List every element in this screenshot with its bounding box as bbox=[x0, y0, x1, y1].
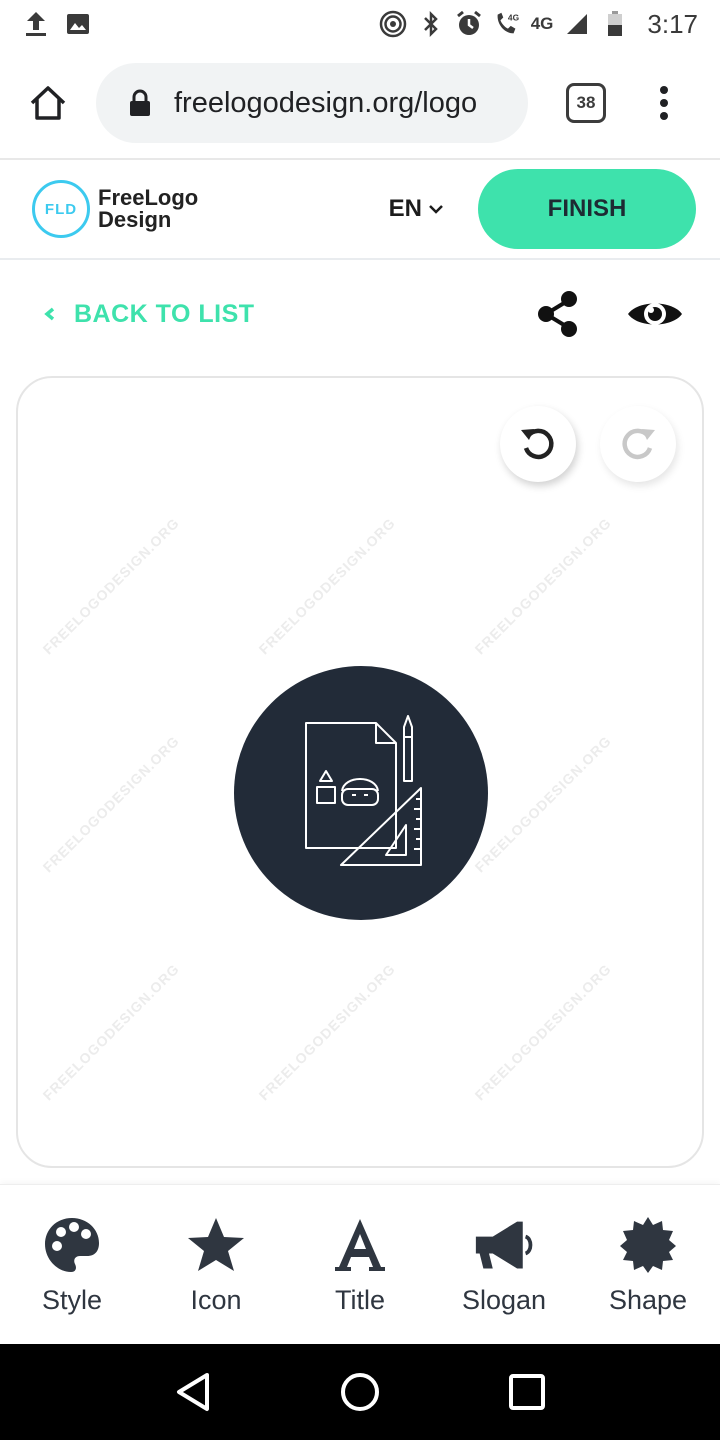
home-nav-button[interactable] bbox=[330, 1362, 390, 1422]
nav-shape-label: Shape bbox=[608, 1285, 688, 1315]
undo-button[interactable] bbox=[500, 406, 576, 482]
logo-canvas[interactable]: FREELOGODESIGN.ORG FREELOGODESIGN.ORG FR… bbox=[16, 376, 704, 1168]
watermark: FREELOGODESIGN.ORG bbox=[39, 960, 183, 1104]
bluetooth-icon bbox=[417, 10, 445, 38]
nav-icon[interactable]: Icon bbox=[144, 1185, 288, 1344]
logo-line-2: Design bbox=[98, 207, 172, 232]
chevron-down-icon bbox=[429, 205, 443, 214]
watermark: FREELOGODESIGN.ORG bbox=[255, 960, 399, 1104]
nav-slogan-label: Slogan bbox=[461, 1285, 547, 1315]
logo-preview[interactable] bbox=[234, 666, 488, 920]
watermark: FREELOGODESIGN.ORG bbox=[471, 732, 615, 876]
letter-a-icon bbox=[330, 1215, 390, 1275]
share-button[interactable] bbox=[534, 288, 582, 340]
logo-badge: FLD bbox=[32, 180, 90, 238]
nav-slogan[interactable]: Slogan bbox=[432, 1185, 576, 1344]
alarm-icon bbox=[455, 10, 483, 38]
eye-icon bbox=[628, 303, 682, 325]
design-tools-icon bbox=[305, 715, 422, 866]
home-button[interactable] bbox=[20, 75, 76, 131]
overflow-menu-button[interactable] bbox=[644, 75, 684, 131]
recents-button[interactable] bbox=[497, 1362, 557, 1422]
preview-button[interactable] bbox=[626, 294, 684, 334]
editor-bottom-nav: Style Icon Title Slogan Shape bbox=[0, 1184, 720, 1344]
system-nav-bar bbox=[0, 1344, 720, 1440]
image-icon bbox=[64, 10, 92, 38]
nav-shape[interactable]: Shape bbox=[576, 1185, 720, 1344]
back-to-list-label: BACK TO LIST bbox=[74, 299, 255, 328]
wifi-calling-icon: 4G bbox=[493, 10, 521, 38]
battery-icon bbox=[601, 10, 629, 38]
chevron-left-icon bbox=[44, 307, 55, 321]
nav-icon-label: Icon bbox=[190, 1285, 242, 1315]
redo-button[interactable] bbox=[600, 406, 676, 482]
editor-toolbar: BACK TO LIST bbox=[0, 262, 720, 366]
upload-icon bbox=[22, 10, 50, 38]
logo-wordmark: FreeLogo Design bbox=[98, 187, 198, 231]
home-circle-icon bbox=[340, 1373, 379, 1411]
lock-icon bbox=[130, 89, 150, 116]
hotspot-icon bbox=[379, 10, 407, 38]
more-vertical-icon bbox=[660, 86, 668, 120]
svg-text:4G: 4G bbox=[508, 12, 519, 22]
back-button[interactable] bbox=[163, 1362, 223, 1422]
url-text: freelogodesign.org/logo bbox=[174, 86, 478, 119]
home-icon bbox=[30, 86, 66, 120]
browser-toolbar: freelogodesign.org/logo 38 bbox=[0, 48, 720, 160]
site-logo[interactable]: FLD FreeLogo Design bbox=[32, 180, 198, 238]
share-icon bbox=[538, 291, 577, 337]
clock: 3:17 bbox=[647, 8, 698, 39]
recents-square-icon bbox=[508, 1374, 545, 1410]
megaphone-icon bbox=[474, 1215, 534, 1275]
watermark: FREELOGODESIGN.ORG bbox=[255, 514, 399, 658]
language-selector[interactable]: EN bbox=[389, 195, 444, 223]
language-label: EN bbox=[388, 195, 422, 222]
nav-style[interactable]: Style bbox=[0, 1185, 144, 1344]
signal-icon bbox=[563, 10, 591, 38]
watermark: FREELOGODESIGN.ORG bbox=[471, 514, 615, 658]
address-bar[interactable]: freelogodesign.org/logo bbox=[96, 63, 528, 143]
finish-button[interactable]: FINISH bbox=[478, 169, 696, 249]
network-type-label: 4G bbox=[530, 14, 554, 33]
watermark: FREELOGODESIGN.ORG bbox=[39, 514, 183, 658]
undo-icon bbox=[521, 428, 554, 460]
site-header: FLD FreeLogo Design EN FINISH bbox=[0, 160, 720, 260]
status-bar: 4G 4G 3:17 bbox=[0, 0, 720, 48]
nav-title-label: Title bbox=[334, 1285, 385, 1315]
star-icon bbox=[186, 1215, 246, 1275]
badge-icon bbox=[618, 1215, 678, 1275]
back-triangle-icon bbox=[177, 1373, 210, 1411]
watermark: FREELOGODESIGN.ORG bbox=[39, 732, 183, 876]
redo-icon bbox=[622, 428, 655, 460]
logo-line-1: FreeLogo bbox=[98, 185, 199, 210]
nav-style-label: Style bbox=[41, 1285, 103, 1315]
tab-switcher-button[interactable]: 38 bbox=[566, 83, 606, 123]
back-to-list-link[interactable]: BACK TO LIST bbox=[42, 300, 255, 329]
nav-title[interactable]: Title bbox=[288, 1185, 432, 1344]
watermark: FREELOGODESIGN.ORG bbox=[471, 960, 615, 1104]
palette-icon bbox=[42, 1215, 102, 1275]
